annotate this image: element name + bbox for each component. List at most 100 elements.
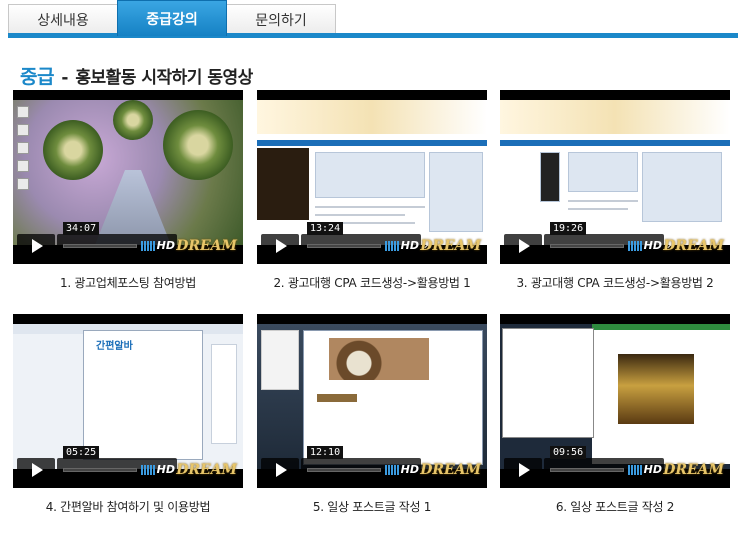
video-caption[interactable]: 5. 일상 포스트글 작성 1 [257, 498, 487, 515]
text-line [315, 214, 405, 216]
video-frame [500, 100, 730, 245]
video-duration: 05:25 [63, 446, 100, 459]
video-card-5: 12:10 HD DREAM 5. 일상 포스트글 작성 1 [257, 314, 487, 515]
volume-icon[interactable] [628, 465, 642, 475]
play-icon [519, 239, 530, 253]
app-window: 간편알바 [83, 330, 203, 460]
video-thumbnail[interactable]: 09:56 HD DREAM [500, 314, 730, 488]
side-panel [211, 344, 237, 444]
progress-bar[interactable] [550, 244, 624, 248]
tree-shape [113, 100, 153, 140]
video-thumbnail[interactable]: 12:10 HD DREAM [257, 314, 487, 488]
player-controls: 19:26 HD ✕ DREAM [500, 222, 730, 264]
progress-bar[interactable] [307, 244, 381, 248]
tree-shape [43, 120, 103, 180]
tab-inquiry[interactable]: 문의하기 [226, 4, 336, 34]
control-bar: 09:56 HD [544, 446, 664, 482]
dream-logo: DREAM [663, 462, 724, 478]
title-text: 홍보활동 시작하기 동영상 [75, 68, 253, 88]
video-card-4: 간편알바 05:25 HD DREAM 4. 간편알바 참여하기 및 이용방법 [13, 314, 243, 515]
site-banner [500, 100, 730, 134]
video-card-1: 34:07 HD DREAM 1. 광고업체포스팅 참여방법 [13, 90, 243, 291]
text-line [568, 208, 628, 210]
dream-logo: DREAM [420, 462, 481, 478]
video-duration: 09:56 [550, 446, 587, 459]
tab-intermediate-lectures[interactable]: 중급강의 [117, 0, 227, 36]
player-controls: 12:10 HD DREAM [257, 446, 487, 488]
content-block [315, 152, 425, 198]
video-duration: 12:10 [307, 446, 344, 459]
tab-details[interactable]: 상세내용 [8, 4, 118, 34]
volume-icon[interactable] [385, 241, 399, 251]
play-button[interactable] [504, 458, 542, 482]
cinema-photo [618, 354, 694, 424]
video-card-2: 13:24 HD ✕ DREAM 2. 광고대행 CPA 코드생성->활용방법 … [257, 90, 487, 291]
desktop-icons [17, 106, 31, 196]
play-button[interactable] [261, 458, 299, 482]
control-bar: 13:24 HD [301, 222, 421, 258]
dream-logo: DREAM [663, 238, 724, 254]
tab-bar: 상세내용 중급강의 문의하기 [0, 0, 740, 40]
video-caption[interactable]: 3. 광고대행 CPA 코드생성->활용방법 2 [500, 274, 730, 291]
site-nav [257, 140, 487, 146]
dream-logo: DREAM [176, 238, 237, 254]
progress-bar[interactable] [550, 468, 624, 472]
hd-badge[interactable]: HD [401, 239, 419, 252]
video-frame [500, 324, 730, 469]
hd-badge[interactable]: HD [157, 239, 175, 252]
volume-icon[interactable] [385, 465, 399, 475]
video-caption[interactable]: 2. 광고대행 CPA 코드생성->활용방법 1 [257, 274, 487, 291]
desktop-panel [261, 330, 299, 390]
volume-icon[interactable] [141, 465, 155, 475]
hd-badge[interactable]: HD [644, 463, 662, 476]
thumbnail-strip [317, 394, 357, 402]
video-thumbnail[interactable]: 13:24 HD ✕ DREAM [257, 90, 487, 264]
video-caption[interactable]: 6. 일상 포스트글 작성 2 [500, 498, 730, 515]
video-thumbnail[interactable]: 19:26 HD ✕ DREAM [500, 90, 730, 264]
play-icon [276, 463, 287, 477]
play-icon [276, 239, 287, 253]
video-caption[interactable]: 4. 간편알바 참여하기 및 이용방법 [13, 498, 243, 515]
play-icon [519, 463, 530, 477]
app-brand: 간편알바 [96, 341, 133, 352]
content-block [568, 152, 638, 192]
editor-panel [502, 328, 594, 438]
content-block [642, 152, 722, 222]
text-line [315, 206, 425, 208]
title-separator: - [61, 68, 68, 88]
play-button[interactable] [17, 234, 55, 258]
control-bar: 05:25 HD [57, 446, 177, 482]
site-nav [500, 140, 730, 146]
volume-icon[interactable] [141, 241, 155, 251]
video-frame [257, 100, 487, 245]
play-button[interactable] [17, 458, 55, 482]
text-line [568, 200, 638, 202]
progress-bar[interactable] [307, 468, 381, 472]
player-controls: 09:56 HD DREAM [500, 446, 730, 488]
video-frame: 간편알바 [13, 324, 243, 469]
play-icon [32, 239, 43, 253]
hd-badge[interactable]: HD [157, 463, 175, 476]
video-duration: 19:26 [550, 222, 587, 235]
player-controls: 34:07 HD DREAM [13, 222, 243, 264]
dream-logo: DREAM [176, 462, 237, 478]
dream-logo: DREAM [420, 238, 481, 254]
promo-panel [257, 148, 309, 220]
volume-icon[interactable] [628, 241, 642, 251]
level-label: 중급 [20, 66, 54, 88]
control-bar: 19:26 HD [544, 222, 664, 258]
content-block [429, 152, 483, 232]
food-photo [329, 338, 429, 380]
play-button[interactable] [504, 234, 542, 258]
play-button[interactable] [261, 234, 299, 258]
video-caption[interactable]: 1. 광고업체포스팅 참여방법 [13, 274, 243, 291]
hd-badge[interactable]: HD [644, 239, 662, 252]
video-frame [13, 100, 243, 245]
video-thumbnail[interactable]: 간편알바 05:25 HD DREAM [13, 314, 243, 488]
video-thumbnail[interactable]: 34:07 HD DREAM [13, 90, 243, 264]
player-controls: 13:24 HD ✕ DREAM [257, 222, 487, 264]
tree-shape [163, 110, 233, 180]
hd-badge[interactable]: HD [401, 463, 419, 476]
progress-bar[interactable] [63, 468, 137, 472]
progress-bar[interactable] [63, 244, 137, 248]
